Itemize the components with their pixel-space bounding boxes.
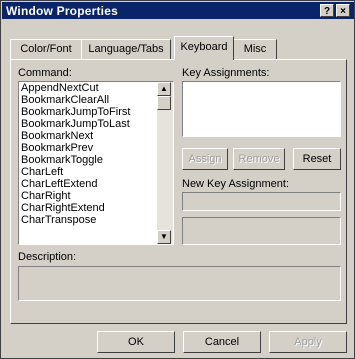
description-label: Description: [18, 251, 77, 263]
command-list-item[interactable]: BookmarkJumpToLast [19, 118, 173, 130]
command-list-item[interactable]: BookmarkToggle [19, 154, 173, 166]
command-items: AppendNextCut BookmarkClearAll BookmarkJum… [19, 82, 173, 226]
reset-button[interactable]: Reset [293, 148, 341, 170]
assign-button[interactable]: Assign [182, 148, 228, 170]
remove-button[interactable]: Remove [233, 148, 285, 170]
command-list-item[interactable]: CharRightExtend [19, 202, 173, 214]
help-button[interactable]: ? [320, 4, 334, 17]
command-list-item[interactable]: AppendNextCut [19, 82, 173, 94]
command-list-item[interactable]: BookmarkPrev [19, 142, 173, 154]
key-assignments-label: Key Assignments: [182, 67, 270, 79]
command-list-item[interactable]: BookmarkJumpToFirst [19, 106, 173, 118]
ok-button[interactable]: OK [97, 331, 175, 353]
command-list-item[interactable]: BookmarkNext [19, 130, 173, 142]
window-properties-dialog: Window Properties ? × Color/Font Languag… [0, 0, 355, 359]
command-list-item[interactable]: BookmarkClearAll [19, 94, 173, 106]
keyboard-tab-panel: Command: AppendNextCut BookmarkClearAll Bo… [10, 59, 347, 324]
cancel-button[interactable]: Cancel [183, 331, 261, 353]
tab-color-font[interactable]: Color/Font [10, 39, 82, 59]
scroll-down-arrow-icon[interactable]: ▼ [157, 230, 171, 244]
new-key-assignment-field[interactable] [182, 192, 341, 211]
command-list[interactable]: AppendNextCut BookmarkClearAll BookmarkJum… [18, 81, 174, 245]
window-title: Window Properties [6, 4, 118, 18]
title-bar[interactable]: Window Properties ? × [2, 2, 354, 19]
tab-keyboard[interactable]: Keyboard [174, 36, 234, 60]
apply-button[interactable]: Apply [269, 331, 347, 353]
command-label: Command: [18, 67, 72, 79]
close-button[interactable]: × [336, 4, 350, 17]
command-list-item[interactable]: CharRight [19, 190, 173, 202]
tab-misc[interactable]: Misc [233, 39, 277, 59]
scroll-up-arrow-icon[interactable]: ▲ [157, 82, 171, 96]
scroll-thumb[interactable] [157, 96, 171, 110]
key-assignments-list[interactable] [182, 81, 341, 137]
command-list-item[interactable]: CharTranspose [19, 214, 173, 226]
command-list-item[interactable]: CharLeftExtend [19, 178, 173, 190]
new-key-assignment-label: New Key Assignment: [182, 178, 289, 190]
new-key-assignment-box [182, 217, 341, 245]
command-scrollbar[interactable]: ▲ ▼ [157, 82, 173, 244]
description-field [18, 266, 341, 301]
command-list-item[interactable]: CharLeft [19, 166, 173, 178]
tab-language-tabs[interactable]: Language/Tabs [81, 39, 171, 59]
